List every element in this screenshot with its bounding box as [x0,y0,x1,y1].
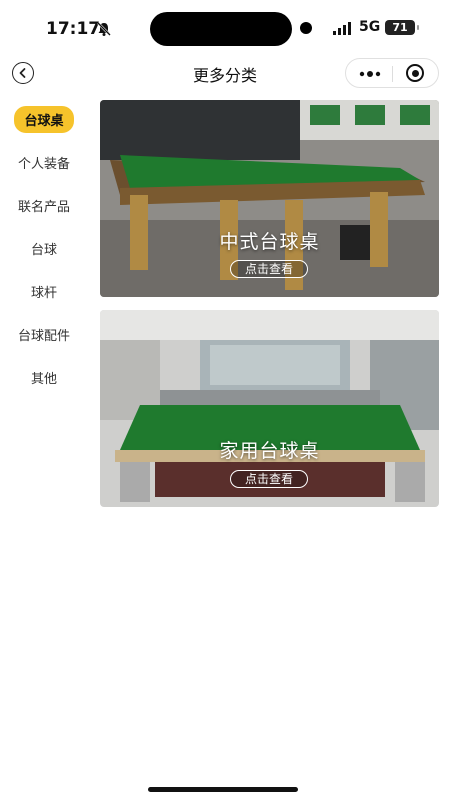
status-time: 17:17 [46,19,101,39]
card-title: 中式台球桌 [219,231,320,253]
category-card-home-table[interactable]: 家用台球桌 点击查看 [100,310,439,507]
sidebar-item-label: 台球配件 [17,329,70,344]
sidebar-item-cues[interactable]: 球杆 [0,270,88,313]
sidebar-item-label: 其他 [30,372,57,387]
network-type: 5G [359,19,381,35]
sidebar-item-other[interactable]: 其他 [0,356,88,399]
dynamic-island [150,12,292,46]
sidebar-item-billiard-table[interactable]: 台球桌 [0,98,88,141]
sidebar-item-label: 球杆 [30,286,57,301]
capsule-divider [392,66,393,82]
sidebar-item-accessories[interactable]: 台球配件 [0,313,88,356]
sidebar-item-label: 个人装备 [17,157,70,172]
battery-level: 71 [392,21,408,34]
view-button[interactable]: 点击查看 [230,470,308,488]
battery-icon: 71 [385,20,419,35]
sidebar-item-label: 台球 [30,243,57,258]
sidebar-item-co-branded[interactable]: 联名产品 [0,184,88,227]
more-icon[interactable] [358,66,382,82]
sidebar-item-balls[interactable]: 台球 [0,227,88,270]
view-button[interactable]: 点击查看 [230,260,308,278]
category-card-chinese-table[interactable]: 中式台球桌 点击查看 [100,100,439,297]
category-sidebar: 台球桌 个人装备 联名产品 台球 球杆 台球配件 其他 [0,98,88,399]
signal-icon [333,22,351,35]
card-title: 家用台球桌 [219,440,320,462]
camera-dot [300,22,312,34]
bell-muted-icon [97,22,111,36]
miniprogram-capsule [345,58,439,88]
sidebar-item-label: 台球桌 [14,106,74,133]
sidebar-item-personal-gear[interactable]: 个人装备 [0,141,88,184]
status-bar: 17:17 5G 71 [0,0,450,58]
sidebar-item-label: 联名产品 [17,200,70,215]
close-miniprogram-icon[interactable] [406,64,424,82]
nav-bar: 更多分类 [0,56,450,90]
home-indicator[interactable] [148,787,298,792]
